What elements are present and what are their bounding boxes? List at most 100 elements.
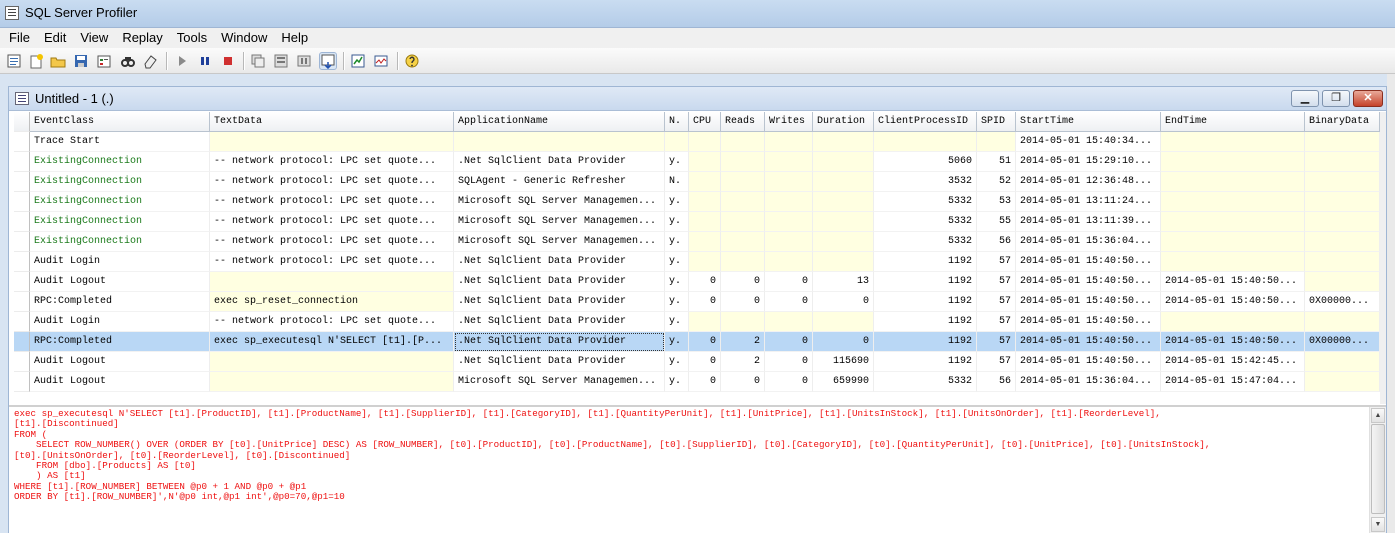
minimize-button[interactable]: ▁ — [1291, 90, 1319, 107]
scroll-thumb[interactable] — [1371, 424, 1385, 514]
column-header-duration[interactable]: Duration — [813, 112, 874, 132]
stop-icon[interactable] — [220, 53, 236, 69]
cell-cpu — [689, 312, 721, 332]
start-icon[interactable] — [174, 53, 190, 69]
column-header-clientprocessid[interactable]: ClientProcessID — [874, 112, 977, 132]
trace-window-title: Untitled - 1 (.) — [35, 91, 114, 106]
properties-grid-icon[interactable] — [273, 53, 289, 69]
trace-event-row[interactable]: ExistingConnection -- network protocol: L… — [14, 232, 1380, 252]
cell-writes: 0 — [765, 292, 813, 312]
column-header-endtime[interactable]: EndTime — [1161, 112, 1305, 132]
trace-event-row[interactable]: RPC:Completed exec sp_executesql N'SELECT… — [14, 332, 1380, 352]
row-header[interactable] — [14, 152, 30, 172]
column-header-reads[interactable]: Reads — [721, 112, 765, 132]
trace-event-row[interactable]: Trace Start 2014-05-01 15:40:34... — [14, 132, 1380, 152]
properties-icon[interactable] — [96, 53, 112, 69]
row-header[interactable] — [14, 192, 30, 212]
scroll-up-icon: ▲ — [1374, 412, 1382, 419]
trace-event-row[interactable]: ExistingConnection -- network protocol: L… — [14, 172, 1380, 192]
performance-monitor-icon[interactable] — [350, 53, 366, 69]
row-header[interactable] — [14, 132, 30, 152]
cell-duration — [813, 212, 874, 232]
cell-eventclass: ExistingConnection — [30, 192, 210, 212]
row-header[interactable] — [14, 232, 30, 252]
column-header-textdata[interactable]: TextData — [210, 112, 454, 132]
column-header-applicationname[interactable]: ApplicationName — [454, 112, 665, 132]
cell-applicationname: SQLAgent - Generic Refresher — [454, 172, 665, 192]
menu-tools[interactable]: Tools — [170, 28, 214, 48]
activity-monitor-icon[interactable] — [373, 53, 389, 69]
auto-scroll-icon[interactable] — [250, 53, 266, 69]
row-header[interactable] — [14, 332, 30, 352]
cell-starttime: 2014-05-01 15:40:50... — [1016, 352, 1161, 372]
cell-spid — [977, 132, 1016, 152]
trace-event-row[interactable]: Audit Logout .Net SqlClient Data Provider… — [14, 272, 1380, 292]
column-header-eventclass[interactable]: EventClass — [30, 112, 210, 132]
trace-event-row[interactable]: ExistingConnection -- network protocol: L… — [14, 192, 1380, 212]
menu-edit[interactable]: Edit — [37, 28, 73, 48]
find-icon[interactable] — [120, 53, 136, 69]
column-filter-icon[interactable] — [296, 53, 312, 69]
save-icon[interactable] — [73, 53, 89, 69]
cell-spid: 53 — [977, 192, 1016, 212]
cell-eventclass: Audit Logout — [30, 352, 210, 372]
trace-event-row[interactable]: Audit Login -- network protocol: LPC set … — [14, 312, 1380, 332]
trace-event-row[interactable]: ExistingConnection -- network protocol: L… — [14, 212, 1380, 232]
row-header[interactable] — [14, 272, 30, 292]
trace-event-row[interactable]: Audit Logout .Net SqlClient Data Provider… — [14, 352, 1380, 372]
cell-writes — [765, 192, 813, 212]
trace-events-grid[interactable]: EventClass TextData ApplicationName N. CPU Re… — [14, 112, 1380, 404]
row-header[interactable] — [14, 292, 30, 312]
row-header[interactable] — [14, 172, 30, 192]
pause-icon[interactable] — [197, 53, 213, 69]
scroll-up-button[interactable]: ▲ — [1371, 408, 1385, 423]
row-header[interactable] — [14, 372, 30, 392]
row-header[interactable] — [14, 212, 30, 232]
menu-view[interactable]: View — [73, 28, 115, 48]
restore-button[interactable]: ❐ — [1322, 90, 1350, 107]
scroll-lock-icon[interactable] — [319, 52, 337, 70]
cell-binarydata — [1305, 192, 1380, 212]
close-button[interactable]: ✕ — [1353, 90, 1383, 107]
trace-event-row[interactable]: Audit Logout Microsoft SQL Server Managem… — [14, 372, 1380, 392]
column-header-starttime[interactable]: StartTime — [1016, 112, 1161, 132]
textdata-pane[interactable]: exec sp_executesql N'SELECT [t1].[Produc… — [9, 407, 1369, 533]
cell-cpu — [689, 232, 721, 252]
clear-icon[interactable] — [142, 53, 158, 69]
cell-duration — [813, 132, 874, 152]
cell-textdata — [210, 132, 454, 152]
menu-replay[interactable]: Replay — [115, 28, 169, 48]
cell-cpu — [689, 172, 721, 192]
scroll-down-button[interactable]: ▼ — [1371, 517, 1385, 532]
trace-event-row[interactable]: ExistingConnection -- network protocol: L… — [14, 152, 1380, 172]
trace-event-row[interactable]: RPC:Completed exec sp_reset_connection .Ne… — [14, 292, 1380, 312]
new-template-icon[interactable] — [28, 53, 44, 69]
textdata-scrollbar[interactable]: ▲ ▼ — [1369, 407, 1386, 533]
column-header-cpu[interactable]: CPU — [689, 112, 721, 132]
cell-cpu — [689, 192, 721, 212]
column-header-n[interactable]: N. — [665, 112, 689, 132]
cell-starttime: 2014-05-01 15:40:50... — [1016, 312, 1161, 332]
menu-window[interactable]: Window — [214, 28, 274, 48]
column-header-binarydata[interactable]: BinaryData — [1305, 112, 1380, 132]
cell-duration — [813, 312, 874, 332]
cell-n: N. — [665, 172, 689, 192]
open-icon[interactable] — [50, 53, 66, 69]
row-header[interactable] — [14, 252, 30, 272]
menu-bar: File Edit View Replay Tools Window Help — [0, 28, 1395, 48]
menu-help[interactable]: Help — [274, 28, 315, 48]
new-trace-icon[interactable] — [6, 53, 22, 69]
cell-textdata: exec sp_reset_connection — [210, 292, 454, 312]
cell-n: y. — [665, 192, 689, 212]
menu-file[interactable]: File — [0, 28, 37, 48]
row-header[interactable] — [14, 352, 30, 372]
help-icon[interactable] — [404, 53, 420, 69]
column-header-spid[interactable]: SPID — [977, 112, 1016, 132]
column-header-writes[interactable]: Writes — [765, 112, 813, 132]
app-vertical-scrollbar[interactable] — [1387, 74, 1395, 533]
cell-reads — [721, 252, 765, 272]
trace-event-row[interactable]: Audit Login -- network protocol: LPC set … — [14, 252, 1380, 272]
row-header[interactable] — [14, 312, 30, 332]
grid-scrollbar[interactable] — [1380, 112, 1386, 404]
cell-writes — [765, 252, 813, 272]
